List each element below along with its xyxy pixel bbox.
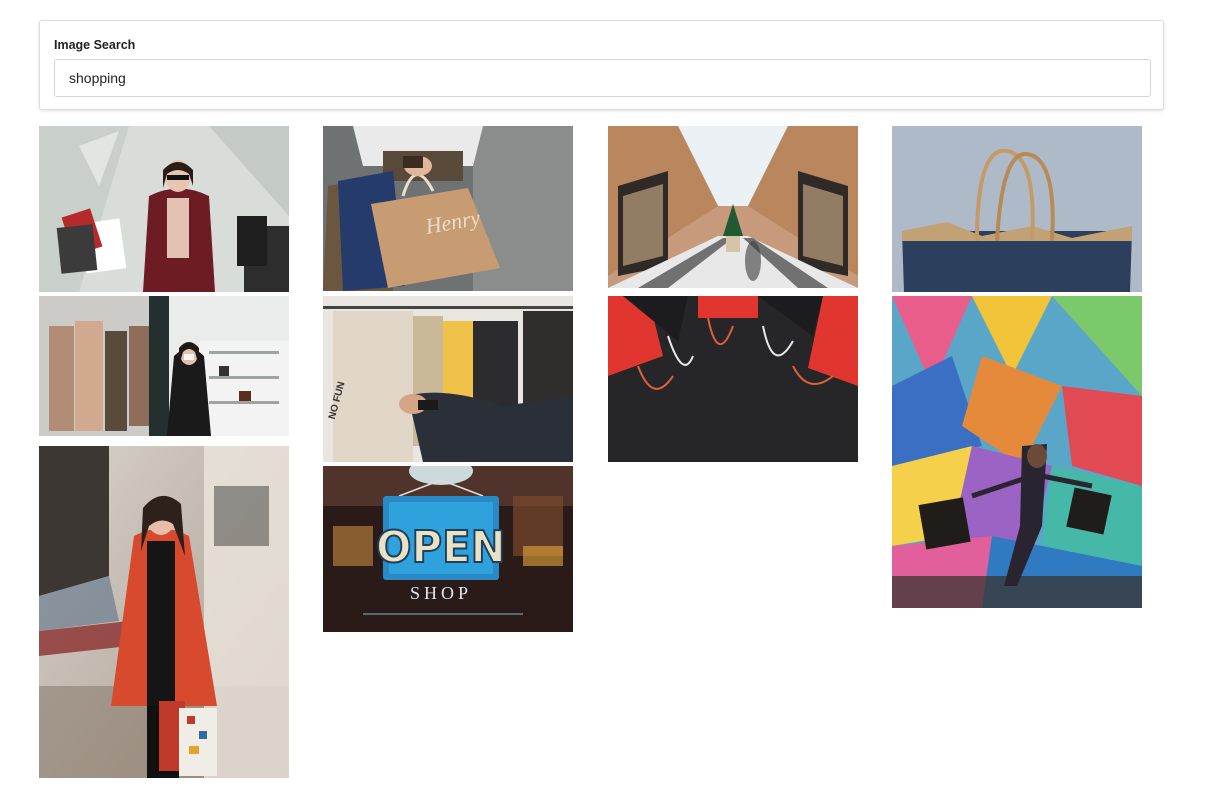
photo-hands-on-clothing-rack: NO FUN bbox=[323, 296, 573, 462]
photo-woman-red-coat-bags bbox=[39, 446, 289, 778]
image-result-open-shop-sign[interactable]: OPEN SHOP bbox=[323, 466, 573, 632]
photo-woman-with-shopping-bags bbox=[39, 126, 289, 292]
shop-sign-text: SHOP bbox=[410, 583, 472, 603]
search-input[interactable] bbox=[54, 59, 1151, 97]
open-sign-text: OPEN bbox=[376, 522, 506, 573]
photo-shopping-arcade-interior bbox=[608, 126, 858, 288]
photo-paper-bag-blue bbox=[892, 126, 1142, 292]
image-result-paper-bag-blue[interactable] bbox=[892, 126, 1142, 292]
image-result-woman-red-coat-bags[interactable] bbox=[39, 446, 289, 778]
photo-red-shopping-bags-flatlay bbox=[608, 296, 858, 462]
photo-open-shop-sign: OPEN SHOP bbox=[323, 466, 573, 632]
search-label: Image Search bbox=[54, 38, 136, 52]
search-card: Image Search bbox=[39, 20, 1164, 110]
photo-hand-holding-henry-bag: Henry bbox=[323, 126, 573, 291]
photo-woman-browsing-clothing-store bbox=[39, 296, 289, 436]
image-result-hand-holding-henry-bag[interactable]: Henry bbox=[323, 126, 573, 291]
image-result-shopping-arcade-interior[interactable] bbox=[608, 126, 858, 288]
image-result-woman-with-shopping-bags[interactable] bbox=[39, 126, 289, 292]
image-result-red-shopping-bags-flatlay[interactable] bbox=[608, 296, 858, 462]
image-result-woman-dancing-colorful-mural[interactable] bbox=[892, 296, 1142, 608]
image-result-woman-browsing-clothing-store[interactable] bbox=[39, 296, 289, 436]
photo-woman-dancing-colorful-mural bbox=[892, 296, 1142, 608]
image-result-hands-on-clothing-rack[interactable]: NO FUN bbox=[323, 296, 573, 462]
